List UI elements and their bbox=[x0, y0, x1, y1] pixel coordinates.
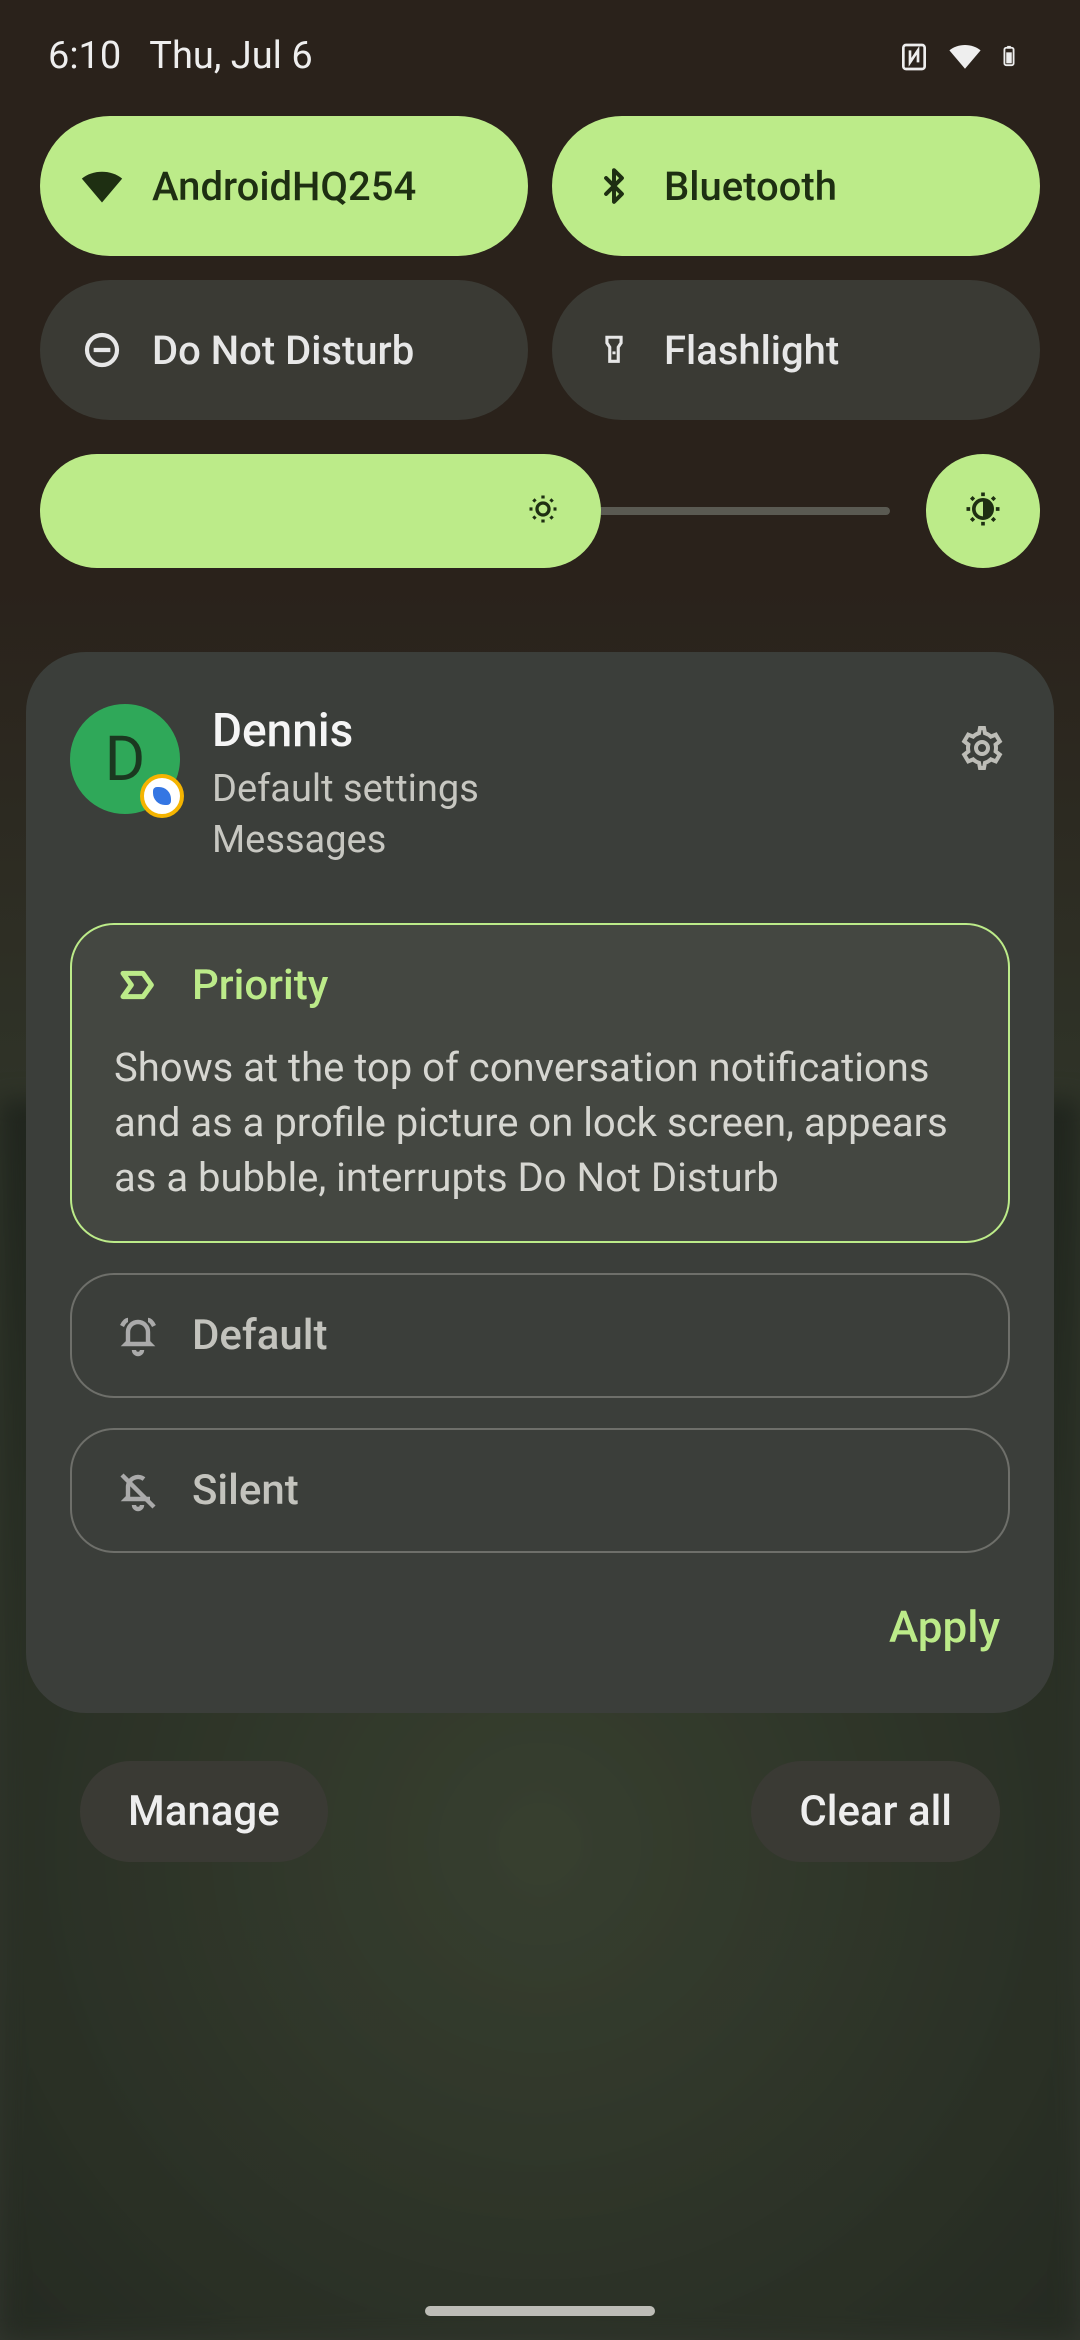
battery-icon bbox=[998, 39, 1032, 73]
option-silent-head: Silent bbox=[114, 1466, 966, 1515]
apply-button[interactable]: Apply bbox=[879, 1589, 1010, 1665]
conversation-settings-card: D Dennis Default settings Messages Prior… bbox=[26, 652, 1054, 1713]
status-time: 6:10 bbox=[48, 34, 121, 78]
option-default[interactable]: Default bbox=[70, 1273, 1010, 1398]
brightness-low-icon bbox=[525, 491, 561, 531]
manage-button[interactable]: Manage bbox=[80, 1761, 328, 1862]
messages-app-badge-icon bbox=[140, 774, 184, 818]
qs-tile-wifi[interactable]: AndroidHQ254 bbox=[40, 116, 528, 256]
priority-icon bbox=[114, 961, 162, 1009]
status-date: Thu, Jul 6 bbox=[149, 34, 312, 78]
qs-tile-bluetooth[interactable]: Bluetooth bbox=[552, 116, 1040, 256]
qs-tile-bluetooth-label: Bluetooth bbox=[664, 163, 837, 210]
qs-tile-dnd[interactable]: Do Not Disturb bbox=[40, 280, 528, 420]
app-name-subtitle: Messages bbox=[212, 815, 922, 866]
option-silent[interactable]: Silent bbox=[70, 1428, 1010, 1553]
qs-tile-dnd-label: Do Not Disturb bbox=[152, 327, 414, 374]
option-priority[interactable]: Priority Shows at the top of conversatio… bbox=[70, 923, 1010, 1244]
settings-subtitle: Default settings bbox=[212, 764, 922, 815]
avatar: D bbox=[70, 704, 180, 814]
apply-row: Apply bbox=[70, 1589, 1010, 1665]
flashlight-icon bbox=[592, 328, 636, 372]
bell-ring-icon bbox=[114, 1312, 162, 1360]
auto-brightness-button[interactable] bbox=[926, 454, 1040, 568]
option-priority-label: Priority bbox=[192, 961, 328, 1010]
settings-gear-button[interactable] bbox=[954, 722, 1010, 778]
nfc-icon bbox=[898, 39, 932, 73]
brightness-slider[interactable] bbox=[40, 454, 890, 568]
dnd-icon bbox=[80, 328, 124, 372]
quick-settings-tiles: AndroidHQ254 Bluetooth Do Not Disturb Fl… bbox=[0, 98, 1080, 420]
status-right bbox=[898, 39, 1032, 73]
option-priority-description: Shows at the top of conversation notific… bbox=[114, 1040, 966, 1206]
shade-footer: Manage Clear all bbox=[0, 1713, 1080, 1862]
bell-off-icon bbox=[114, 1467, 162, 1515]
contact-name: Dennis bbox=[212, 704, 922, 758]
option-default-head: Default bbox=[114, 1311, 966, 1360]
qs-tile-flashlight-label: Flashlight bbox=[664, 327, 839, 374]
brightness-row bbox=[0, 420, 1080, 598]
status-bar: 6:10 Thu, Jul 6 bbox=[0, 0, 1080, 98]
navigation-handle[interactable] bbox=[425, 2306, 655, 2316]
qs-tile-wifi-label: AndroidHQ254 bbox=[152, 163, 416, 210]
brightness-auto-icon bbox=[961, 487, 1005, 535]
option-silent-label: Silent bbox=[192, 1466, 299, 1515]
conversation-title-block: Dennis Default settings Messages bbox=[212, 704, 922, 867]
qs-tile-flashlight[interactable]: Flashlight bbox=[552, 280, 1040, 420]
clear-all-button[interactable]: Clear all bbox=[751, 1761, 1000, 1862]
option-default-label: Default bbox=[192, 1311, 327, 1360]
wifi-icon bbox=[80, 164, 124, 208]
wifi-status-icon bbox=[948, 39, 982, 73]
option-priority-head: Priority bbox=[114, 961, 966, 1010]
conversation-header: D Dennis Default settings Messages bbox=[70, 704, 1010, 867]
gear-icon bbox=[958, 724, 1006, 776]
bluetooth-icon bbox=[592, 164, 636, 208]
brightness-fill bbox=[40, 454, 601, 568]
status-left: 6:10 Thu, Jul 6 bbox=[48, 34, 313, 78]
